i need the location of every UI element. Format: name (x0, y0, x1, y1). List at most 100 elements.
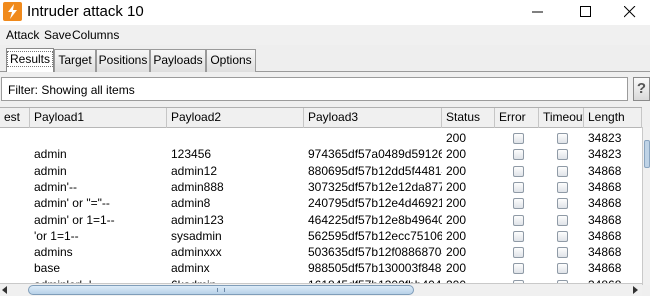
cell-status: 200 (446, 131, 467, 145)
cell-status: 200 (446, 196, 467, 211)
cell-payload3 (304, 130, 442, 146)
minimize-button[interactable] (516, 0, 560, 24)
table-header: est Payload1 Payload2 Payload3 Status Er… (0, 108, 642, 128)
cell-request (0, 260, 30, 276)
cell-payload3: 464225df57b12e8b496401... (308, 212, 442, 227)
timeout-checkbox (557, 149, 568, 161)
column-header-status[interactable]: Status (442, 108, 495, 128)
cell-length: 34868 (588, 212, 622, 227)
cell-payload3: 880695df57b12dd5f448149... (308, 163, 442, 178)
cell-payload2: admin8 (171, 196, 211, 211)
scroll-right-arrow-icon[interactable] (633, 286, 638, 294)
help-button[interactable]: ? (633, 77, 650, 101)
cell-request (0, 179, 30, 195)
cell-request (0, 130, 30, 146)
column-header-payload2[interactable]: Payload2 (167, 108, 304, 128)
cell-payload2: admin12 (171, 163, 218, 178)
table-row[interactable]: 'or 1=1-- sysadmin 562595df57b12ecc751068.… (0, 228, 642, 244)
table-row[interactable]: admin' or "="-- admin8 240795df57b12e4d469… (0, 195, 642, 211)
menu-columns[interactable]: Columns (72, 28, 119, 42)
error-checkbox (513, 165, 524, 177)
tab-results[interactable]: Results (6, 48, 54, 72)
scroll-left-arrow-icon[interactable] (2, 286, 7, 294)
cell-payload3: 562595df57b12ecc751068... (308, 228, 442, 243)
cell-request (0, 163, 30, 179)
cell-payload1: admin (34, 163, 67, 178)
menu-bar: Attack Save Columns (0, 25, 650, 45)
tab-results-label: Results (7, 51, 54, 67)
minimize-icon (532, 11, 543, 13)
cell-payload1: admin' or "="-- (34, 196, 110, 211)
cell-payload2: adminx (171, 261, 210, 276)
cell-payload2: sysadmin (171, 228, 222, 243)
filter-bar[interactable]: Filter: Showing all items (1, 77, 628, 101)
column-header-request[interactable]: est (0, 108, 30, 128)
vertical-scroll-thumb[interactable] (644, 140, 650, 168)
filter-text: Filter: Showing all items (8, 83, 135, 97)
table-row[interactable]: admins adminxxx 503635df57b12f088687045...… (0, 244, 642, 260)
cell-payload3: 503635df57b12f088687045... (308, 245, 442, 260)
table-row[interactable]: admin 123456 974365df57a0489d591262... 200 3… (0, 146, 642, 162)
cell-request (0, 146, 30, 162)
error-checkbox (513, 198, 524, 210)
close-icon (624, 6, 636, 18)
tab-options[interactable]: Options (206, 49, 256, 72)
column-header-timeout[interactable]: Timeout (539, 108, 584, 128)
menu-attack[interactable]: Attack (6, 28, 39, 42)
column-header-payload3[interactable]: Payload3 (304, 108, 442, 128)
cell-length: 34868 (588, 261, 622, 276)
cell-request (0, 212, 30, 228)
column-header-error[interactable]: Error (495, 108, 539, 128)
cell-payload3: 307325df57b12e12da8772... (308, 179, 442, 194)
cell-payload2: admin123 (171, 212, 224, 227)
horizontal-scroll-thumb[interactable] (28, 285, 414, 295)
grip-icon (217, 288, 225, 292)
cell-payload1: admin' or 1=1-- (34, 212, 115, 227)
table-row[interactable]: base adminx 988505df57b130003f84886... 200 3… (0, 260, 642, 276)
cell-payload3: 974365df57a0489d591262... (308, 147, 442, 162)
results-table: est Payload1 Payload2 Payload3 Status Er… (0, 107, 642, 285)
table-row[interactable]: 200 34823 (0, 130, 642, 146)
column-header-length[interactable]: Length (584, 108, 642, 128)
error-checkbox (513, 214, 524, 226)
table-row[interactable]: admin admin12 880695df57b12dd5f448149... 20… (0, 163, 642, 179)
column-header-payload1[interactable]: Payload1 (30, 108, 167, 128)
cell-length: 34823 (588, 131, 622, 145)
error-checkbox (513, 263, 524, 275)
cell-status: 200 (446, 163, 467, 178)
cell-payload2: adminxxx (171, 245, 222, 260)
cell-payload1 (30, 130, 167, 146)
cell-length: 34868 (588, 163, 622, 178)
error-checkbox (513, 181, 524, 193)
maximize-button[interactable] (564, 0, 608, 24)
error-checkbox (513, 133, 524, 144)
timeout-checkbox (557, 165, 568, 177)
error-checkbox (513, 247, 524, 259)
error-checkbox (513, 149, 524, 161)
tab-payloads[interactable]: Payloads (150, 49, 206, 72)
cell-payload1: base (34, 261, 61, 276)
timeout-checkbox (557, 181, 568, 193)
table-row[interactable]: admin'-- admin888 307325df57b12e12da8772..… (0, 179, 642, 195)
vertical-scrollbar[interactable] (642, 127, 650, 285)
cell-status: 200 (446, 212, 467, 227)
title-bar: Intruder attack 10 (0, 0, 650, 24)
cell-payload1: 'or 1=1-- (34, 228, 79, 243)
cell-payload1: admins (34, 245, 73, 260)
table-row[interactable]: admin' or 1=1-- admin123 464225df57b12e8b4… (0, 212, 642, 228)
cell-payload1: admin (34, 147, 67, 162)
timeout-checkbox (557, 214, 568, 226)
menu-save[interactable]: Save (44, 28, 71, 42)
timeout-checkbox (557, 230, 568, 242)
tab-positions[interactable]: Positions (96, 49, 150, 72)
tab-bar: Results Target Positions Payloads Option… (0, 45, 650, 72)
cell-status: 200 (446, 147, 467, 162)
cell-request (0, 244, 30, 260)
close-button[interactable] (608, 0, 650, 24)
tab-target[interactable]: Target (54, 49, 96, 72)
cell-payload2 (167, 130, 304, 146)
cell-payload1: admin'-- (34, 179, 77, 194)
cell-length: 34868 (588, 228, 622, 243)
horizontal-scrollbar[interactable] (0, 283, 642, 296)
cell-payload2: admin888 (171, 179, 224, 194)
